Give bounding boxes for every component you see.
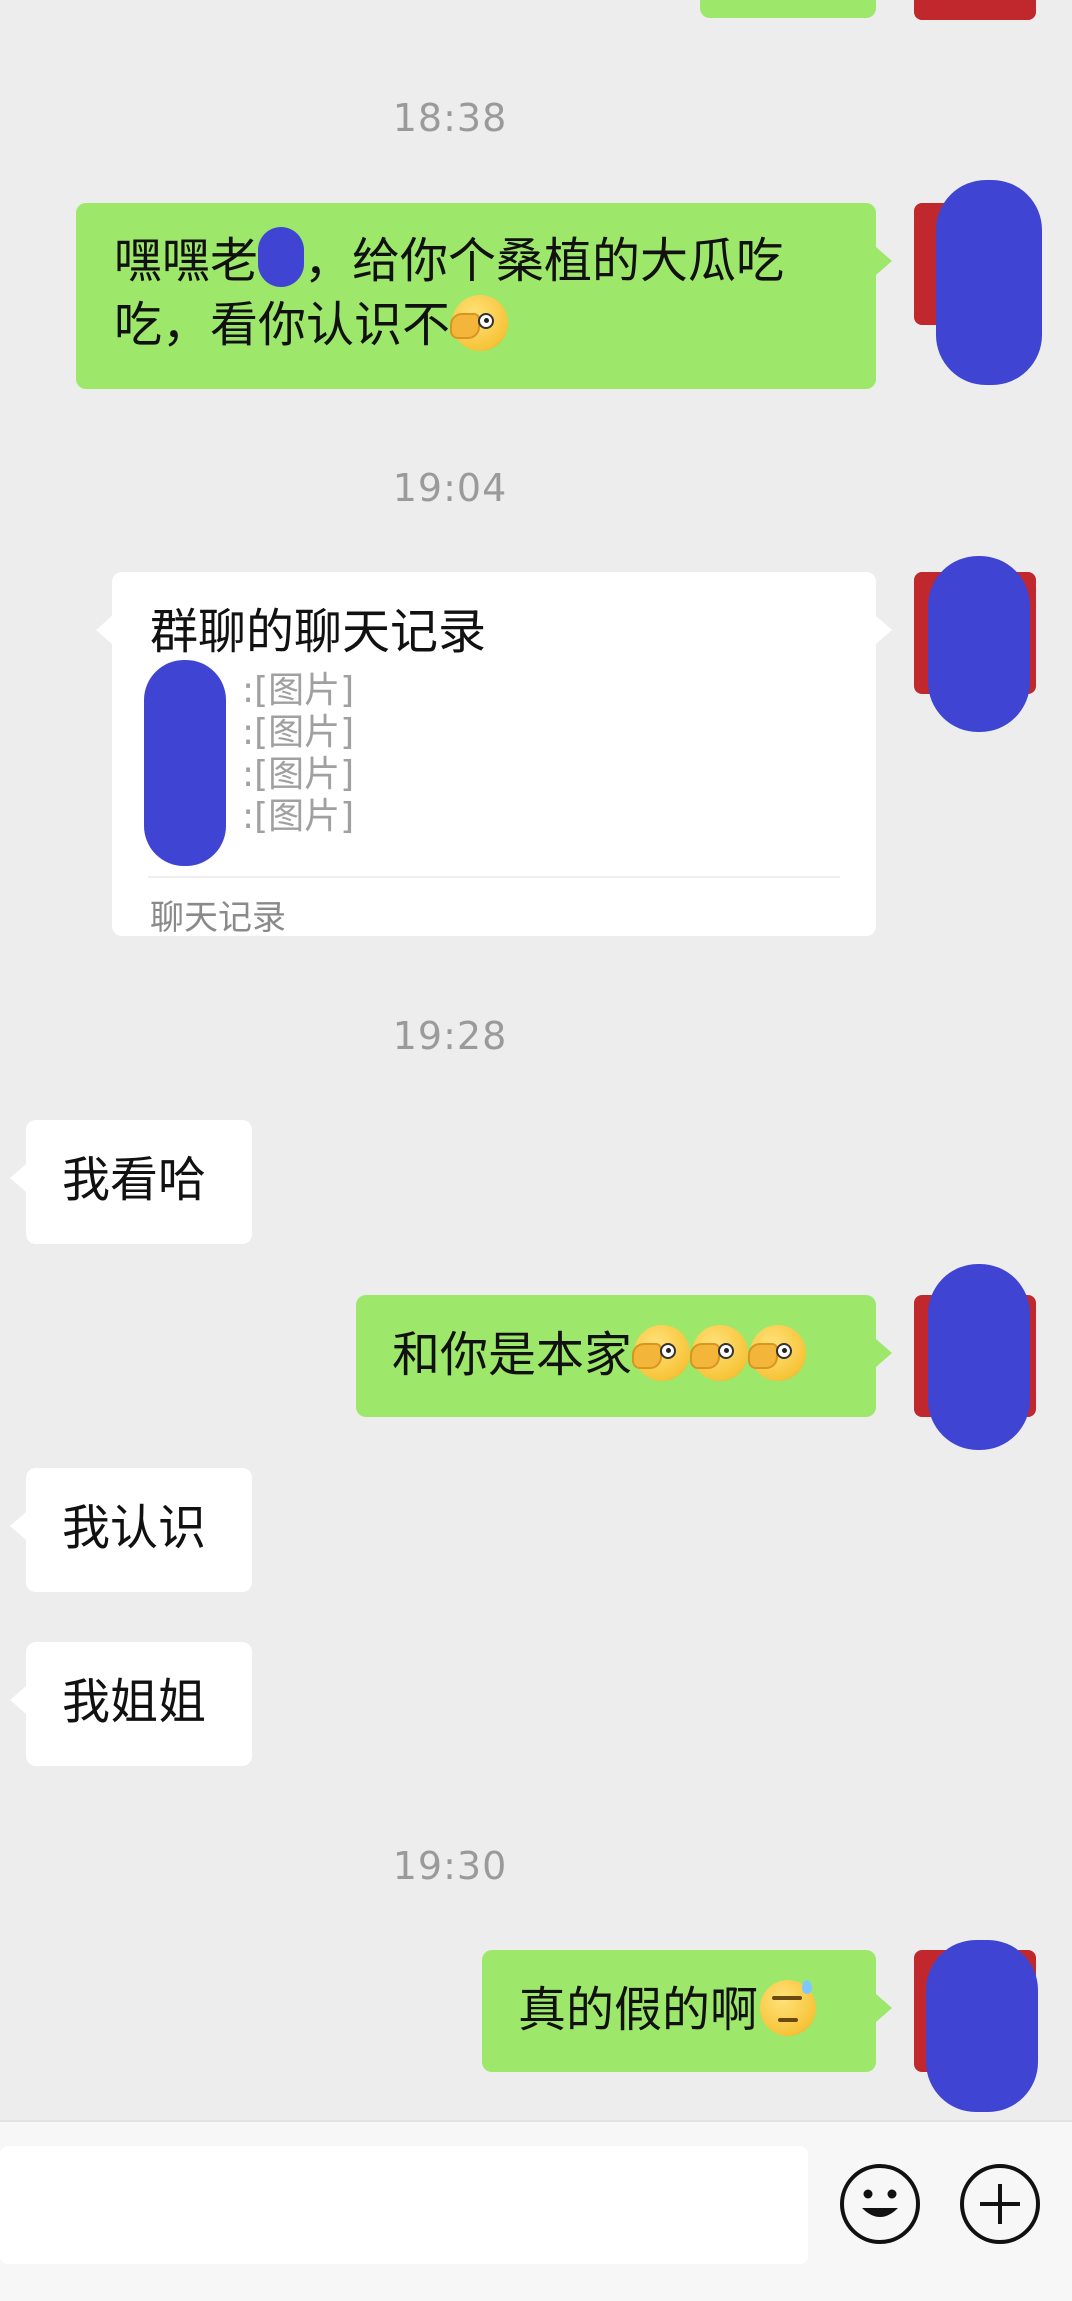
redaction-mark xyxy=(258,227,305,287)
card-preview-line: :[图片] xyxy=(242,754,355,795)
timestamp: 19:28 xyxy=(392,1014,508,1058)
outgoing-message[interactable]: 和你是本家 xyxy=(356,1295,892,1417)
card-preview-line: :[图片] xyxy=(242,712,355,753)
timestamp: 18:38 xyxy=(392,96,508,140)
message-text: 和你是本家 xyxy=(392,1327,633,1383)
facepalm-peek-emoji xyxy=(690,1325,749,1381)
message-text: 我看哈 xyxy=(62,1152,207,1208)
facepalm-peek-emoji xyxy=(450,295,509,351)
card-preview-line: :[图片] xyxy=(242,796,355,837)
message-text: 我认识 xyxy=(62,1500,207,1556)
timestamp: 19:04 xyxy=(392,466,508,510)
smiley-icon[interactable] xyxy=(840,2164,920,2244)
facepalm-peek-emoji xyxy=(748,1325,807,1381)
outgoing-message[interactable]: 嘿嘿老 ，给你个桑植的大瓜吃 吃，看你认识不 xyxy=(76,203,892,389)
card-title: 群聊的聊天记录 xyxy=(150,604,487,660)
card-footer: 聊天记录 xyxy=(150,898,286,938)
redaction-scribble xyxy=(926,1940,1038,2112)
redaction-scribble xyxy=(928,1264,1030,1450)
message-text: 真的假的啊 xyxy=(518,1982,759,2038)
message-text: 嘿嘿老 xyxy=(114,233,259,289)
facepalm-peek-emoji xyxy=(632,1325,691,1381)
incoming-message[interactable]: 我认识 xyxy=(10,1468,252,1592)
message-text: 吃，看你认识不 xyxy=(114,297,451,353)
incoming-message[interactable]: 我看哈 xyxy=(10,1120,252,1244)
partial-avatar xyxy=(914,0,1036,20)
partial-bubble xyxy=(700,0,876,18)
plus-icon[interactable] xyxy=(960,2164,1040,2244)
redaction-scribble xyxy=(144,660,226,866)
message-text: 我姐姐 xyxy=(62,1674,207,1730)
incoming-message[interactable]: 我姐姐 xyxy=(10,1642,252,1766)
outgoing-message[interactable]: 真的假的啊 xyxy=(482,1950,892,2072)
redaction-scribble xyxy=(936,180,1042,385)
chat-history-card[interactable]: 群聊的聊天记录 :[图片] :[图片] :[图片] :[图片] 聊天记录 xyxy=(96,572,892,938)
message-text: ，给你个桑植的大瓜吃 xyxy=(304,233,785,289)
input-bar xyxy=(0,2120,1072,2301)
sweat-emoji xyxy=(760,1980,817,2036)
message-input[interactable] xyxy=(0,2146,808,2264)
card-preview-line: :[图片] xyxy=(242,670,355,711)
card-divider xyxy=(148,876,840,878)
redaction-scribble xyxy=(928,556,1030,732)
timestamp: 19:30 xyxy=(392,1844,508,1888)
